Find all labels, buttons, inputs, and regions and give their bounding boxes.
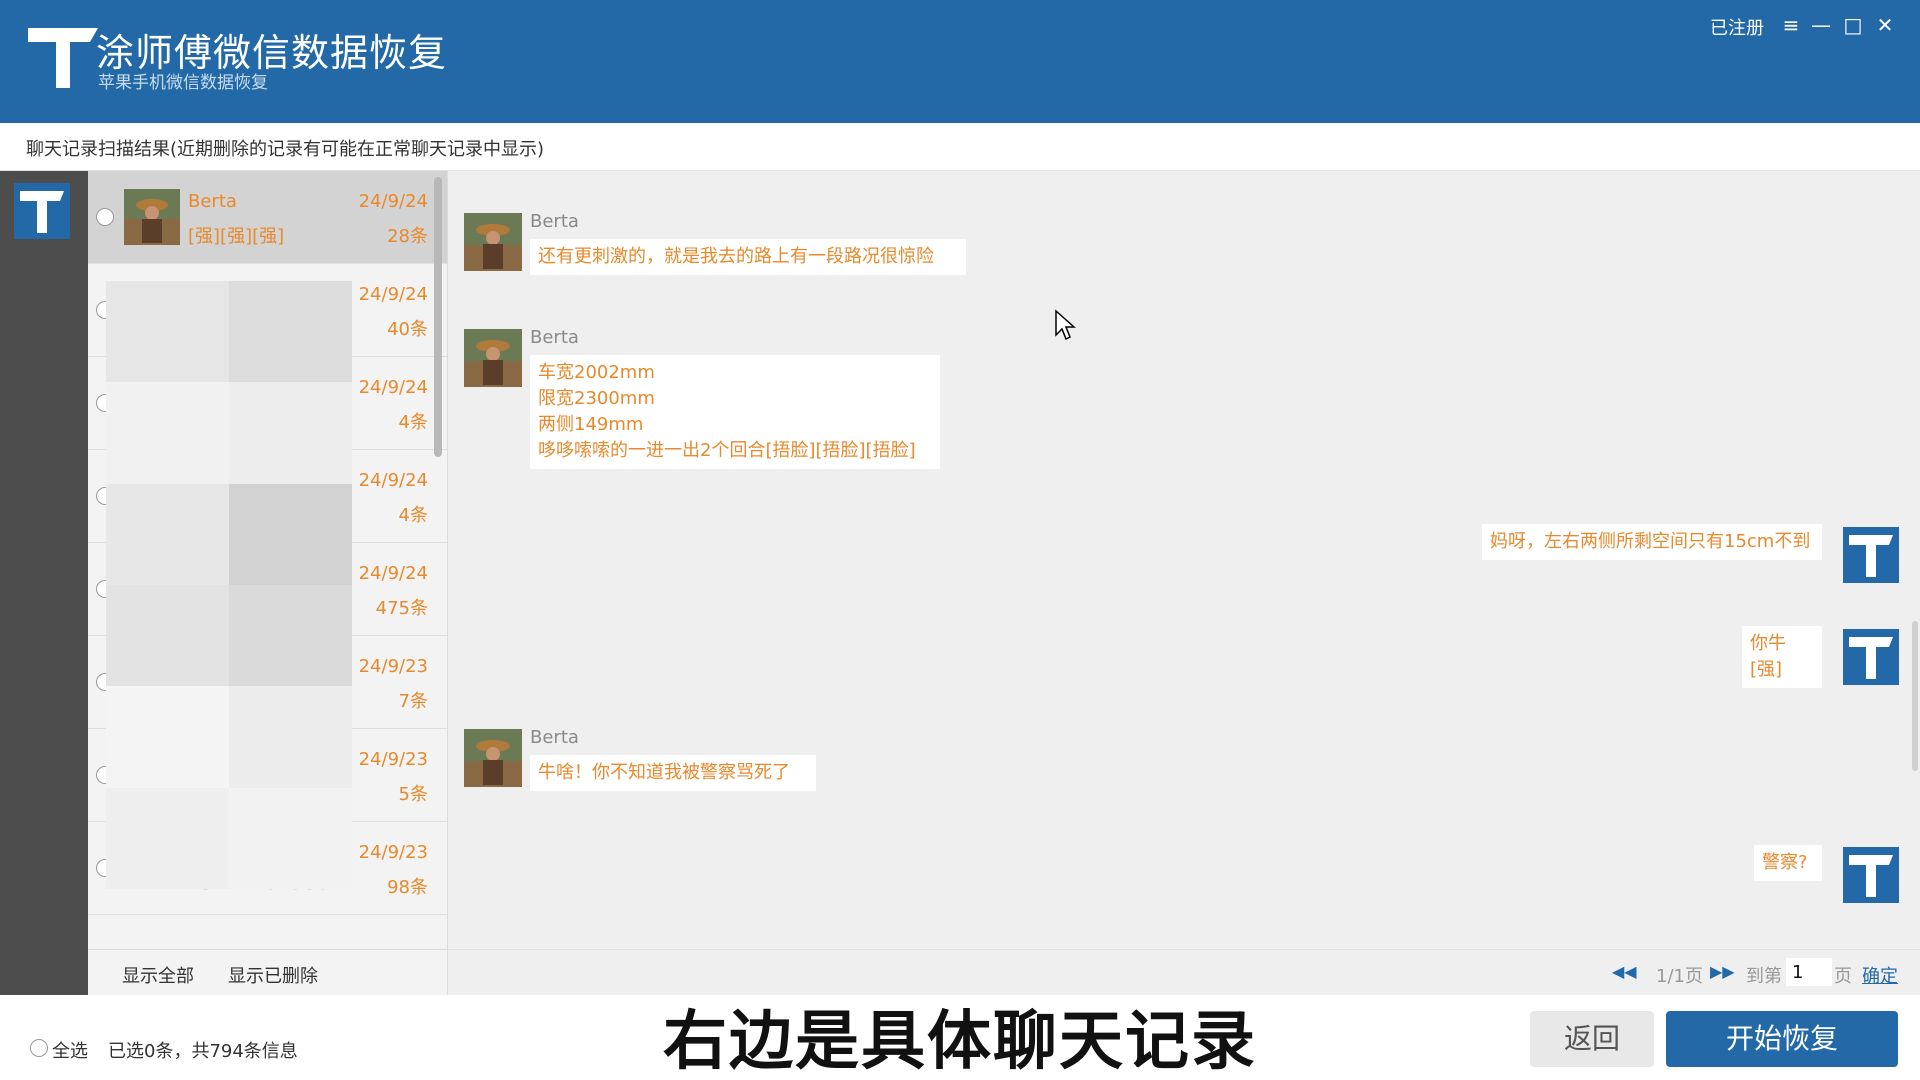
chat-history-panel: Berta 还有更刺激的，就是我去的路上有一段路况很惊险 Berta 车宽200…	[448, 171, 1920, 949]
page-number-input[interactable]	[1786, 958, 1832, 986]
contact-count: 5条	[398, 784, 428, 805]
sender-name: Berta	[530, 211, 579, 232]
message-bubble: 还有更刺激的，就是我去的路上有一段路况很惊险	[530, 239, 966, 275]
sender-name: Berta	[530, 727, 579, 748]
my-message-bubble: 你牛[强]	[1742, 626, 1822, 688]
last-page-icon[interactable]: ▶▶	[1710, 962, 1735, 981]
contact-preview: [强][强][强]	[188, 226, 285, 247]
goto-confirm-button[interactable]: 确定	[1862, 962, 1898, 988]
message-line: 限宽2300mm	[538, 388, 655, 409]
app-window: 涂师傅微信数据恢复 苹果手机微信数据恢复 已注册 ≡ — □ ✕ 聊天记录扫描结…	[0, 0, 1920, 1080]
contact-date: 24/9/24	[358, 563, 428, 584]
contact-count: 4条	[398, 505, 428, 526]
sender-avatar	[464, 329, 522, 387]
contact-count: 40条	[387, 319, 428, 340]
chat-pager: ◀◀ 1/1页 ▶▶ 到第 页 确定	[448, 949, 1920, 995]
app-subtitle: 苹果手机微信数据恢复	[98, 73, 268, 93]
contact-date: 24/9/24	[358, 191, 428, 212]
scan-result-bar: 聊天记录扫描结果(近期删除的记录有可能在正常聊天记录中显示)	[0, 123, 1920, 171]
select-all-label[interactable]: 全选	[52, 1037, 88, 1063]
bottom-bar: 全选 已选0条，共794条信息 返回 开始恢复	[0, 995, 1920, 1080]
message-bubble: 车宽2002mm 限宽2300mm 两侧149mm 哆哆嗦嗦的一进一出2个回合[…	[530, 355, 940, 469]
message-line: 哆哆嗦嗦的一进一出2个回合[捂脸][捂脸][捂脸]	[538, 440, 916, 461]
contact-item[interactable]: Berta [强][强][强] 24/9/24 28条	[88, 171, 447, 264]
registration-status: 已注册	[1710, 18, 1764, 39]
select-all-radio[interactable]	[30, 1039, 48, 1057]
sender-name: Berta	[530, 327, 579, 348]
title-bar: 涂师傅微信数据恢复 苹果手机微信数据恢复 已注册 ≡ — □ ✕	[0, 0, 1920, 123]
contact-name: Berta	[188, 191, 237, 212]
message-line: 两侧149mm	[538, 414, 644, 435]
contact-list-footer: 显示全部 显示已删除	[88, 949, 447, 995]
message-line: 车宽2002mm	[538, 362, 655, 383]
chat-scrollbar[interactable]	[1912, 621, 1918, 771]
my-avatar-icon	[1843, 847, 1899, 903]
contact-count: 475条	[375, 598, 428, 619]
mouse-cursor-icon	[1055, 309, 1076, 341]
show-all-button[interactable]: 显示全部	[122, 962, 194, 988]
contact-date: 24/9/24	[358, 377, 428, 398]
contact-radio[interactable]	[96, 208, 114, 226]
contact-count: 28条	[387, 226, 428, 247]
contact-list-scrollbar[interactable]	[434, 177, 442, 457]
contact-date: 24/9/23	[358, 842, 428, 863]
contact-date: 24/9/23	[358, 749, 428, 770]
contact-avatar	[124, 189, 180, 245]
contact-date: 24/9/24	[358, 470, 428, 491]
close-icon[interactable]: ✕	[1872, 12, 1898, 38]
app-logo-icon	[28, 28, 98, 88]
wechat-account-icon[interactable]	[14, 183, 70, 239]
contact-date: 24/9/23	[358, 656, 428, 677]
page-info: 1/1页	[1656, 966, 1703, 987]
contact-list: Berta [强][强][强] 24/9/24 28条 24/9/24 40条 …	[88, 171, 448, 995]
minimize-icon[interactable]: —	[1808, 12, 1834, 38]
page-suffix: 页	[1834, 966, 1852, 987]
maximize-icon[interactable]: □	[1840, 12, 1866, 38]
show-deleted-button[interactable]: 显示已删除	[228, 962, 318, 988]
start-recovery-button[interactable]: 开始恢复	[1666, 1011, 1898, 1067]
selection-status: 已选0条，共794条信息	[108, 1041, 298, 1062]
privacy-mosaic	[106, 281, 352, 889]
message-bubble: 牛啥！你不知道我被警察骂死了	[530, 755, 816, 791]
first-page-icon[interactable]: ◀◀	[1612, 962, 1637, 981]
contact-count: 4条	[398, 412, 428, 433]
contact-count: 7条	[398, 691, 428, 712]
my-message-bubble: 妈呀，左右两侧所剩空间只有15cm不到	[1482, 524, 1822, 560]
my-avatar-icon	[1843, 527, 1899, 583]
contact-date: 24/9/24	[358, 284, 428, 305]
my-message-bubble: 警察?	[1754, 845, 1822, 881]
sender-avatar	[464, 213, 522, 271]
menu-icon[interactable]: ≡	[1778, 12, 1804, 38]
scan-result-text: 聊天记录扫描结果(近期删除的记录有可能在正常聊天记录中显示)	[26, 139, 545, 160]
contact-count: 98条	[387, 877, 428, 898]
my-avatar-icon	[1843, 629, 1899, 685]
sender-avatar	[464, 729, 522, 787]
left-nav-strip	[0, 171, 88, 995]
goto-label: 到第	[1746, 966, 1782, 987]
return-button[interactable]: 返回	[1530, 1011, 1654, 1067]
